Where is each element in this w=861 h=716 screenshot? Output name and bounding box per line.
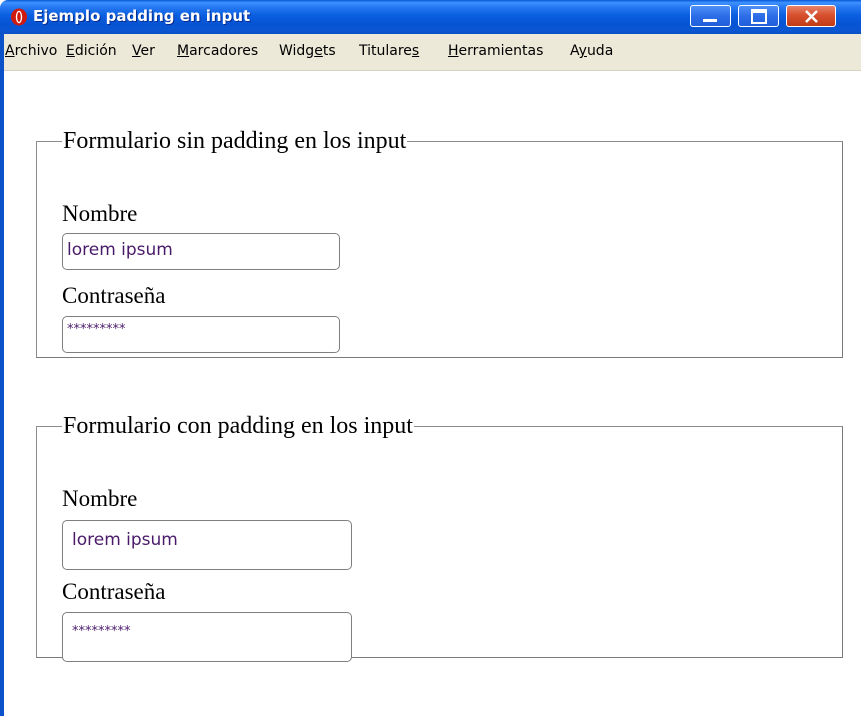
- menu-accelerator: y: [578, 43, 587, 59]
- menu-accelerator: E: [66, 43, 75, 59]
- menu-titulares[interactable]: Titulares: [359, 43, 419, 59]
- menu-accelerator: A: [5, 43, 15, 59]
- menu-accelerator: s: [411, 43, 420, 59]
- menu-accelerator: e: [314, 43, 323, 59]
- opera-icon: [11, 8, 27, 26]
- menu-bar: Archivo Edición Ver Marcadores Widgets T…: [4, 34, 861, 71]
- name-input[interactable]: lorem ipsum: [62, 233, 340, 270]
- name-label: Nombre: [62, 201, 138, 226]
- menu-accelerator: H: [448, 43, 459, 59]
- menu-edicion[interactable]: Edición: [66, 43, 117, 59]
- maximize-icon: [751, 9, 767, 24]
- password-input[interactable]: *********: [62, 316, 340, 353]
- menu-ayuda[interactable]: Ayuda: [570, 43, 613, 59]
- form-without-padding: Formulario sin padding en los input Nomb…: [36, 128, 843, 358]
- menu-marcadores[interactable]: Marcadores: [177, 43, 258, 59]
- close-button[interactable]: [786, 5, 836, 27]
- password-input[interactable]: *********: [62, 612, 352, 662]
- form-legend: Formulario con padding en los input: [63, 413, 413, 439]
- password-label: Contraseña: [62, 579, 166, 604]
- menu-accelerator: V: [132, 43, 141, 59]
- maximize-button[interactable]: [738, 5, 779, 27]
- page-content: Formulario sin padding en los input Nomb…: [4, 71, 861, 716]
- window-title: Ejemplo padding en input: [33, 7, 251, 25]
- form-legend: Formulario sin padding en los input: [63, 128, 407, 154]
- menu-ver[interactable]: Ver: [132, 43, 155, 59]
- form-with-padding: Formulario con padding en los input Nomb…: [36, 413, 843, 662]
- minimize-button[interactable]: [690, 5, 731, 27]
- title-bar[interactable]: Ejemplo padding en input: [0, 0, 861, 34]
- name-label: Nombre: [62, 486, 138, 511]
- close-icon: [805, 10, 818, 23]
- menu-archivo[interactable]: Archivo: [5, 43, 57, 59]
- menu-accelerator: M: [177, 43, 190, 59]
- browser-window: Ejemplo padding en input Archivo Edición…: [0, 0, 861, 716]
- name-input[interactable]: lorem ipsum: [62, 520, 352, 570]
- menu-widgets[interactable]: Widgets: [279, 43, 336, 59]
- menu-herramientas[interactable]: Herramientas: [448, 43, 543, 59]
- password-label: Contraseña: [62, 283, 166, 308]
- minimize-icon: [703, 19, 717, 22]
